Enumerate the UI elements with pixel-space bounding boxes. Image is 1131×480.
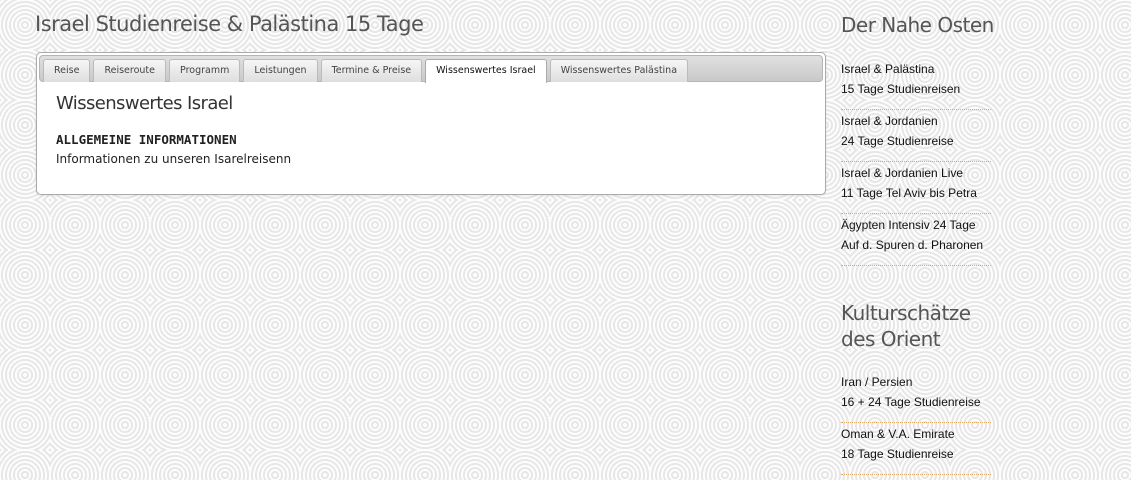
sidebar-title-kulturschaetze: Kulturschätze des Orient <box>841 300 971 352</box>
sidebar-title-nahe-osten: Der Nahe Osten <box>841 13 994 37</box>
tab-wissenswertes-israel[interactable]: Wissenswertes Israel <box>425 59 547 83</box>
link-line[interactable]: 24 Tage Studienreise <box>841 132 991 152</box>
link-line[interactable]: 16 + 24 Tage Studienreise <box>841 393 991 413</box>
link-line[interactable]: 18 Tage Studienreise <box>841 445 991 465</box>
sidebar-link-list-kulturschaetze: Iran / Persien 16 + 24 Tage Studienreise… <box>841 371 991 475</box>
tab-reiseroute[interactable]: Reiseroute <box>93 59 167 82</box>
link-line[interactable]: Oman & V.A. Emirate <box>841 425 991 445</box>
sidebar-link-aegypten-intensiv[interactable]: Ägypten Intensiv 24 Tage Auf d. Spuren d… <box>841 214 991 266</box>
sidebar-link-oman-emirate[interactable]: Oman & V.A. Emirate 18 Tage Studienreise <box>841 423 991 475</box>
link-line[interactable]: 11 Tage Tel Aviv bis Petra <box>841 184 991 204</box>
sidebar-title-line: Kulturschätze <box>841 301 971 325</box>
sidebar-link-israel-jordanien[interactable]: Israel & Jordanien 24 Tage Studienreise <box>841 110 991 162</box>
tab-termine-preise[interactable]: Termine & Preise <box>320 59 423 82</box>
sidebar-link-iran-persien[interactable]: Iran / Persien 16 + 24 Tage Studienreise <box>841 371 991 423</box>
page-title: Israel Studienreise & Palästina 15 Tage <box>35 12 424 36</box>
tab-wissenswertes-palaestina[interactable]: Wissenswertes Palästina <box>549 59 689 82</box>
link-line[interactable]: Israel & Jordanien Live <box>841 164 991 184</box>
tab-leistungen[interactable]: Leistungen <box>243 59 318 82</box>
link-line[interactable]: Israel & Palästina <box>841 60 991 80</box>
link-line[interactable]: Israel & Jordanien <box>841 112 991 132</box>
link-line[interactable]: Iran / Persien <box>841 373 991 393</box>
section-heading: ALLGEMEINE INFORMATIONEN <box>56 132 237 147</box>
section-text: Informationen zu unseren Isarelreisenn <box>56 152 292 166</box>
sidebar-link-list-nahe-osten: Israel & Palästina 15 Tage Studienreisen… <box>841 58 991 266</box>
sidebar-link-israel-jordanien-live[interactable]: Israel & Jordanien Live 11 Tage Tel Aviv… <box>841 162 991 214</box>
panel-heading: Wissenswertes Israel <box>56 93 233 114</box>
tab-programm[interactable]: Programm <box>169 59 241 82</box>
tab-panel: Reise Reiseroute Programm Leistungen Ter… <box>36 52 826 195</box>
tab-bar: Reise Reiseroute Programm Leistungen Ter… <box>39 55 823 83</box>
tab-reise[interactable]: Reise <box>43 59 91 82</box>
sidebar-title-line: des Orient <box>841 327 941 351</box>
sidebar-link-israel-palaestina[interactable]: Israel & Palästina 15 Tage Studienreisen <box>841 58 991 110</box>
link-line[interactable]: Ägypten Intensiv 24 Tage <box>841 216 991 236</box>
link-line[interactable]: Auf d. Spuren d. Pharonen <box>841 236 991 256</box>
link-line[interactable]: 15 Tage Studienreisen <box>841 80 991 100</box>
